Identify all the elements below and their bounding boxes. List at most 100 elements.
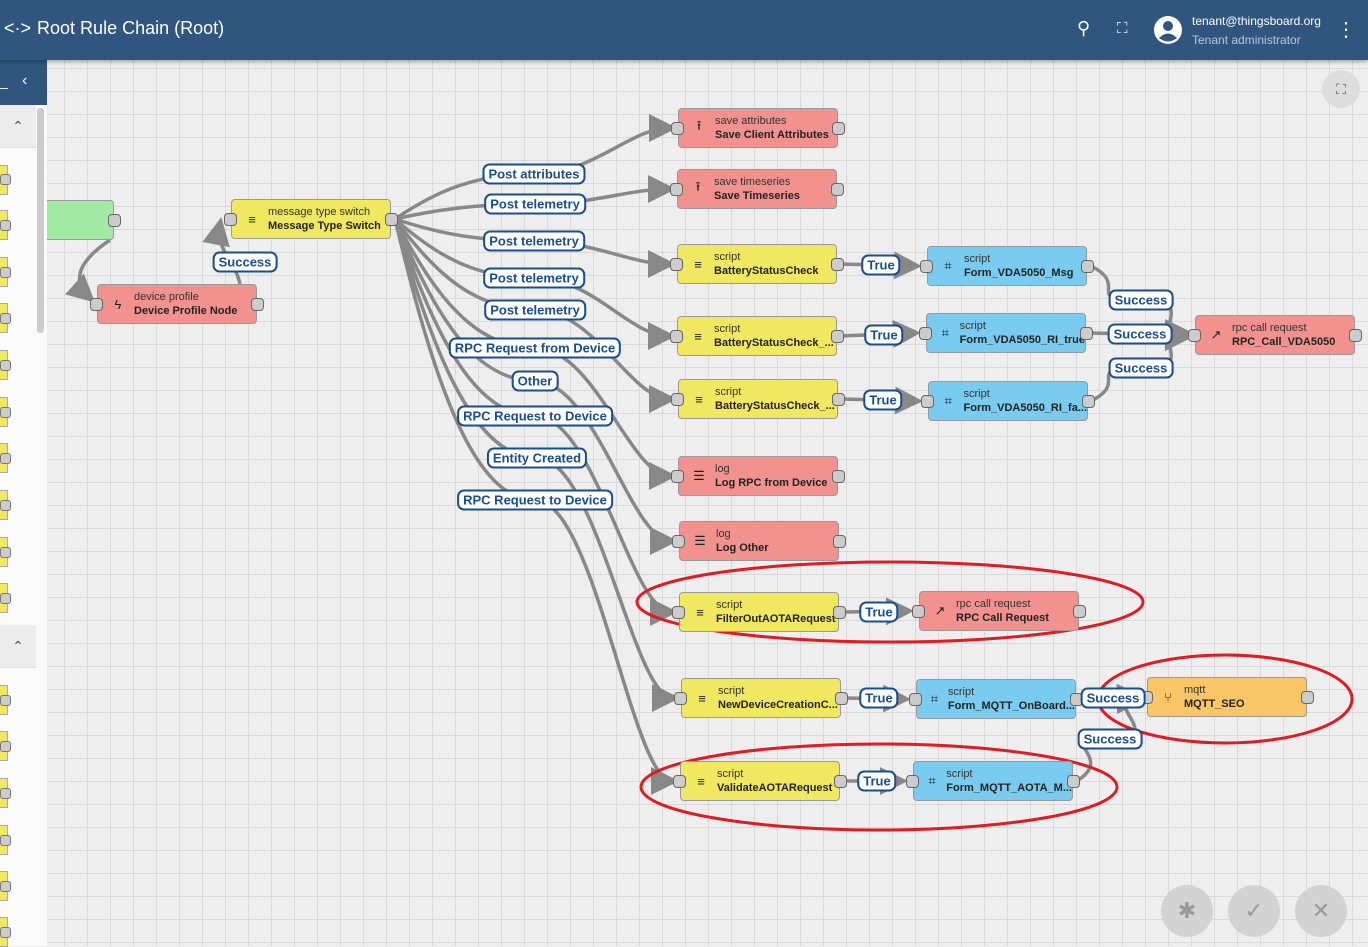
link-label[interactable]: Success — [1077, 728, 1143, 750]
link-label[interactable]: True — [863, 389, 903, 411]
rule-node-script[interactable]: ≡ script BatteryStatusCheck_... — [671, 379, 845, 419]
link-label[interactable]: Post telemetry — [484, 193, 586, 215]
search-icon[interactable]: ⚲ — [1077, 18, 1090, 39]
output-port[interactable] — [833, 606, 846, 619]
input-port[interactable] — [90, 298, 103, 311]
output-port[interactable] — [1349, 329, 1362, 342]
input-port[interactable] — [670, 183, 683, 196]
input-port[interactable] — [671, 470, 684, 483]
rule-node-script[interactable]: ≡ script BatteryStatusCheck_... — [670, 316, 844, 356]
input-port[interactable] — [909, 693, 922, 706]
search-field[interactable]: _ — [0, 73, 8, 89]
sidebar-scrollbar[interactable] — [37, 108, 44, 333]
link-label[interactable]: RPC Request from Device — [448, 337, 622, 359]
filter-icon: ≡ — [697, 773, 705, 789]
output-port[interactable] — [834, 775, 847, 788]
rule-node-save-timeseries[interactable]: ⭱ save timeseries Save Timeseries — [670, 169, 844, 209]
rule-node-script[interactable]: ≡ script FilterOutAOTARequest — [672, 592, 846, 632]
rule-node-transform-script[interactable]: ⌗ script Form_MQTT_AOTA_M... — [906, 761, 1080, 801]
apply-changes-button[interactable]: ✓ — [1228, 885, 1280, 937]
section-toggle[interactable]: ⌃ — [0, 105, 36, 148]
output-port[interactable] — [832, 393, 845, 406]
output-port[interactable] — [385, 213, 398, 226]
rule-node-script[interactable]: ≡ script NewDeviceCreationC... — [674, 678, 848, 718]
link-label[interactable]: True — [857, 770, 897, 792]
rule-node-mqtt[interactable]: ⑂ mqtt MQTT_SEO — [1140, 677, 1314, 717]
rule-node-message-type-switch[interactable]: ≡ message type switch Message Type Switch — [224, 199, 398, 239]
link-label[interactable]: Success — [1107, 323, 1173, 345]
input-port[interactable] — [920, 260, 933, 273]
fullscreen-icon[interactable]: ⛶ — [1117, 20, 1128, 37]
input-port[interactable] — [906, 775, 919, 788]
input-port[interactable] — [670, 330, 683, 343]
account-circle-icon[interactable] — [1153, 15, 1183, 45]
rule-node-script[interactable]: ≡ script BatteryStatusCheck — [670, 244, 844, 284]
call-split-icon: ⑂ — [1164, 689, 1172, 705]
input-port[interactable] — [224, 213, 237, 226]
section-toggle[interactable]: ⌃ — [0, 625, 36, 668]
output-port[interactable] — [1080, 327, 1093, 340]
link-label[interactable]: Post telemetry — [484, 299, 586, 321]
rule-node-device-profile[interactable]: ϟ device profile Device Profile Node — [90, 284, 264, 324]
link-label[interactable]: True — [864, 324, 904, 346]
output-port[interactable] — [1081, 260, 1094, 273]
link-label[interactable]: Other — [511, 370, 559, 392]
rule-node-rpc-call-request[interactable]: ↗ rpc call request RPC_Call_VDA5050 — [1188, 315, 1362, 355]
link-label[interactable]: Post telemetry — [483, 230, 585, 252]
rule-node-transform-script[interactable]: ⌗ script Form_MQTT_OnBoard... — [909, 679, 1083, 719]
link-label[interactable]: Success — [1080, 687, 1146, 709]
link-label[interactable]: Post attributes — [482, 163, 586, 185]
rule-node-save-attributes[interactable]: ⭱ save attributes Save Client Attributes — [671, 108, 845, 148]
link-label[interactable]: Post telemetry — [483, 267, 585, 289]
link-label[interactable]: RPC Request to Device — [457, 489, 613, 511]
link-label[interactable]: True — [859, 601, 899, 623]
input-node[interactable] — [40, 200, 121, 240]
output-port[interactable] — [831, 183, 844, 196]
output-port[interactable] — [1301, 691, 1314, 704]
input-port[interactable] — [674, 692, 687, 705]
rule-node-log[interactable]: ☰ log Log Other — [672, 521, 846, 561]
output-port[interactable] — [1067, 775, 1080, 788]
input-port[interactable] — [919, 327, 932, 340]
decline-changes-button[interactable]: ✕ — [1295, 885, 1347, 937]
output-port[interactable] — [835, 692, 848, 705]
rule-node-transform-script[interactable]: ⌗ script Form_VDA5050_Msg — [920, 246, 1094, 286]
output-port[interactable] — [1082, 395, 1095, 408]
collapse-sidebar-button[interactable]: ‹ — [22, 72, 27, 90]
output-port[interactable] — [831, 258, 844, 271]
output-port[interactable] — [832, 122, 845, 135]
link-label[interactable]: Success — [1108, 289, 1174, 311]
rule-node-transform-script[interactable]: ⌗ script Form_VDA5050_RI_fa... — [921, 381, 1095, 421]
input-port[interactable] — [671, 122, 684, 135]
output-port[interactable] — [831, 330, 844, 343]
arrow-outward-icon: ↗ — [1210, 327, 1222, 342]
canvas-fullscreen-button[interactable]: ⛶ — [1322, 70, 1360, 108]
debug-button[interactable]: ✱ — [1161, 885, 1213, 937]
input-port[interactable] — [912, 605, 925, 618]
link-label[interactable]: Success — [1108, 357, 1174, 379]
output-port[interactable] — [833, 535, 846, 548]
output-port[interactable] — [1073, 605, 1086, 618]
input-port[interactable] — [921, 395, 934, 408]
link-label[interactable]: Entity Created — [486, 447, 588, 469]
rule-node-transform-script[interactable]: ⌗ script Form_VDA5050_RI_true — [919, 313, 1093, 353]
rule-node-script[interactable]: ≡ script ValidateAOTARequest — [673, 761, 847, 801]
rule-node-log[interactable]: ☰ log Log RPC from Device — [671, 456, 845, 496]
output-port[interactable] — [108, 214, 121, 227]
link-label[interactable]: True — [861, 254, 901, 276]
more-vert-icon[interactable]: ⋮ — [1336, 17, 1356, 42]
link-label[interactable]: True — [859, 687, 899, 709]
link-label[interactable]: RPC Request to Device — [457, 405, 613, 427]
input-port[interactable] — [670, 258, 683, 271]
input-port[interactable] — [672, 535, 685, 548]
upload-icon: ⭱ — [695, 179, 701, 194]
input-port[interactable] — [672, 606, 685, 619]
input-port[interactable] — [671, 393, 684, 406]
user-info[interactable]: tenant@thingsboard.org Tenant administrat… — [1192, 12, 1321, 50]
output-port[interactable] — [832, 470, 845, 483]
rule-node-rpc-call-request[interactable]: ↗ rpc call request RPC Call Request — [912, 591, 1086, 631]
input-port[interactable] — [673, 775, 686, 788]
input-port[interactable] — [1188, 329, 1201, 342]
output-port[interactable] — [251, 298, 264, 311]
link-label[interactable]: Success — [212, 251, 278, 273]
